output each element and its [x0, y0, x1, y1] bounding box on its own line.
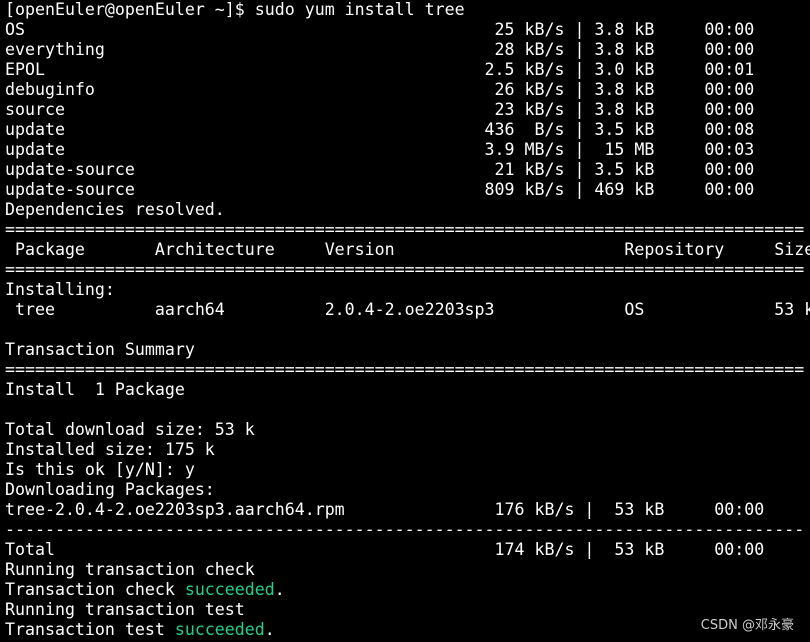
repo-line: EPOL 2.5 kB/s | 3.0 kB 00:01: [5, 60, 755, 79]
repo-line: update 436 B/s | 3.5 kB 00:08: [5, 120, 755, 139]
separator-line: ----------------------------------------…: [5, 520, 805, 539]
summary-title-line: Transaction Summary: [5, 340, 195, 359]
rpm-download-line: tree-2.0.4-2.oe2203sp3.aarch64.rpm 176 k…: [5, 500, 765, 519]
repo-line: debuginfo 26 kB/s | 3.8 kB 00:00: [5, 80, 755, 99]
check-prefix: Transaction check: [5, 580, 185, 599]
repo-line: update-source 809 kB/s | 469 kB 00:00: [5, 180, 755, 199]
repo-line: update 3.9 MB/s | 15 MB 00:03: [5, 140, 755, 159]
repo-line: source 23 kB/s | 3.8 kB 00:00: [5, 100, 755, 119]
test-result-line: Transaction test succeeded.: [0, 620, 810, 640]
install-count-line: Install 1 Package: [5, 380, 185, 399]
check-result-line: Transaction check succeeded.: [0, 580, 810, 600]
total-line: Total 174 kB/s | 53 kB 00:00: [5, 540, 765, 559]
period-text: .: [264, 620, 275, 639]
test-prefix: Transaction test: [5, 620, 175, 639]
separator-line: ========================================…: [5, 260, 805, 279]
running-test-line: Running transaction test: [5, 600, 245, 619]
terminal-window[interactable]: [openEuler@openEuler ~]$ sudo yum instal…: [0, 0, 810, 642]
repo-line: update-source 21 kB/s | 3.5 kB 00:00: [5, 160, 755, 179]
package-row-line: tree aarch64 2.0.4-2.oe2203sp3 OS 53 k: [5, 300, 810, 319]
total-download-line: Total download size: 53 k: [5, 420, 255, 439]
downloading-line: Downloading Packages:: [5, 480, 215, 499]
succeeded-text: succeeded: [184, 580, 275, 599]
prompt-line: [openEuler@openEuler ~]$ sudo yum instal…: [5, 0, 465, 19]
separator-line: ========================================…: [5, 360, 805, 379]
confirm-line: Is this ok [y/N]: y: [5, 460, 195, 479]
deps-resolved-line: Dependencies resolved.: [5, 200, 225, 219]
running-check-line: Running transaction check: [5, 560, 255, 579]
separator-line: ========================================…: [5, 220, 805, 239]
repo-line: everything 28 kB/s | 3.8 kB 00:00: [5, 40, 755, 59]
installed-size-line: Installed size: 175 k: [5, 440, 215, 459]
installing-label-line: Installing:: [5, 280, 115, 299]
period-text: .: [274, 580, 285, 599]
repo-line: OS 25 kB/s | 3.8 kB 00:00: [5, 20, 755, 39]
watermark: CSDN @邓永豪: [700, 618, 794, 633]
succeeded-text: succeeded: [174, 620, 265, 639]
table-header-line: Package Architecture Version Repository …: [5, 240, 810, 259]
